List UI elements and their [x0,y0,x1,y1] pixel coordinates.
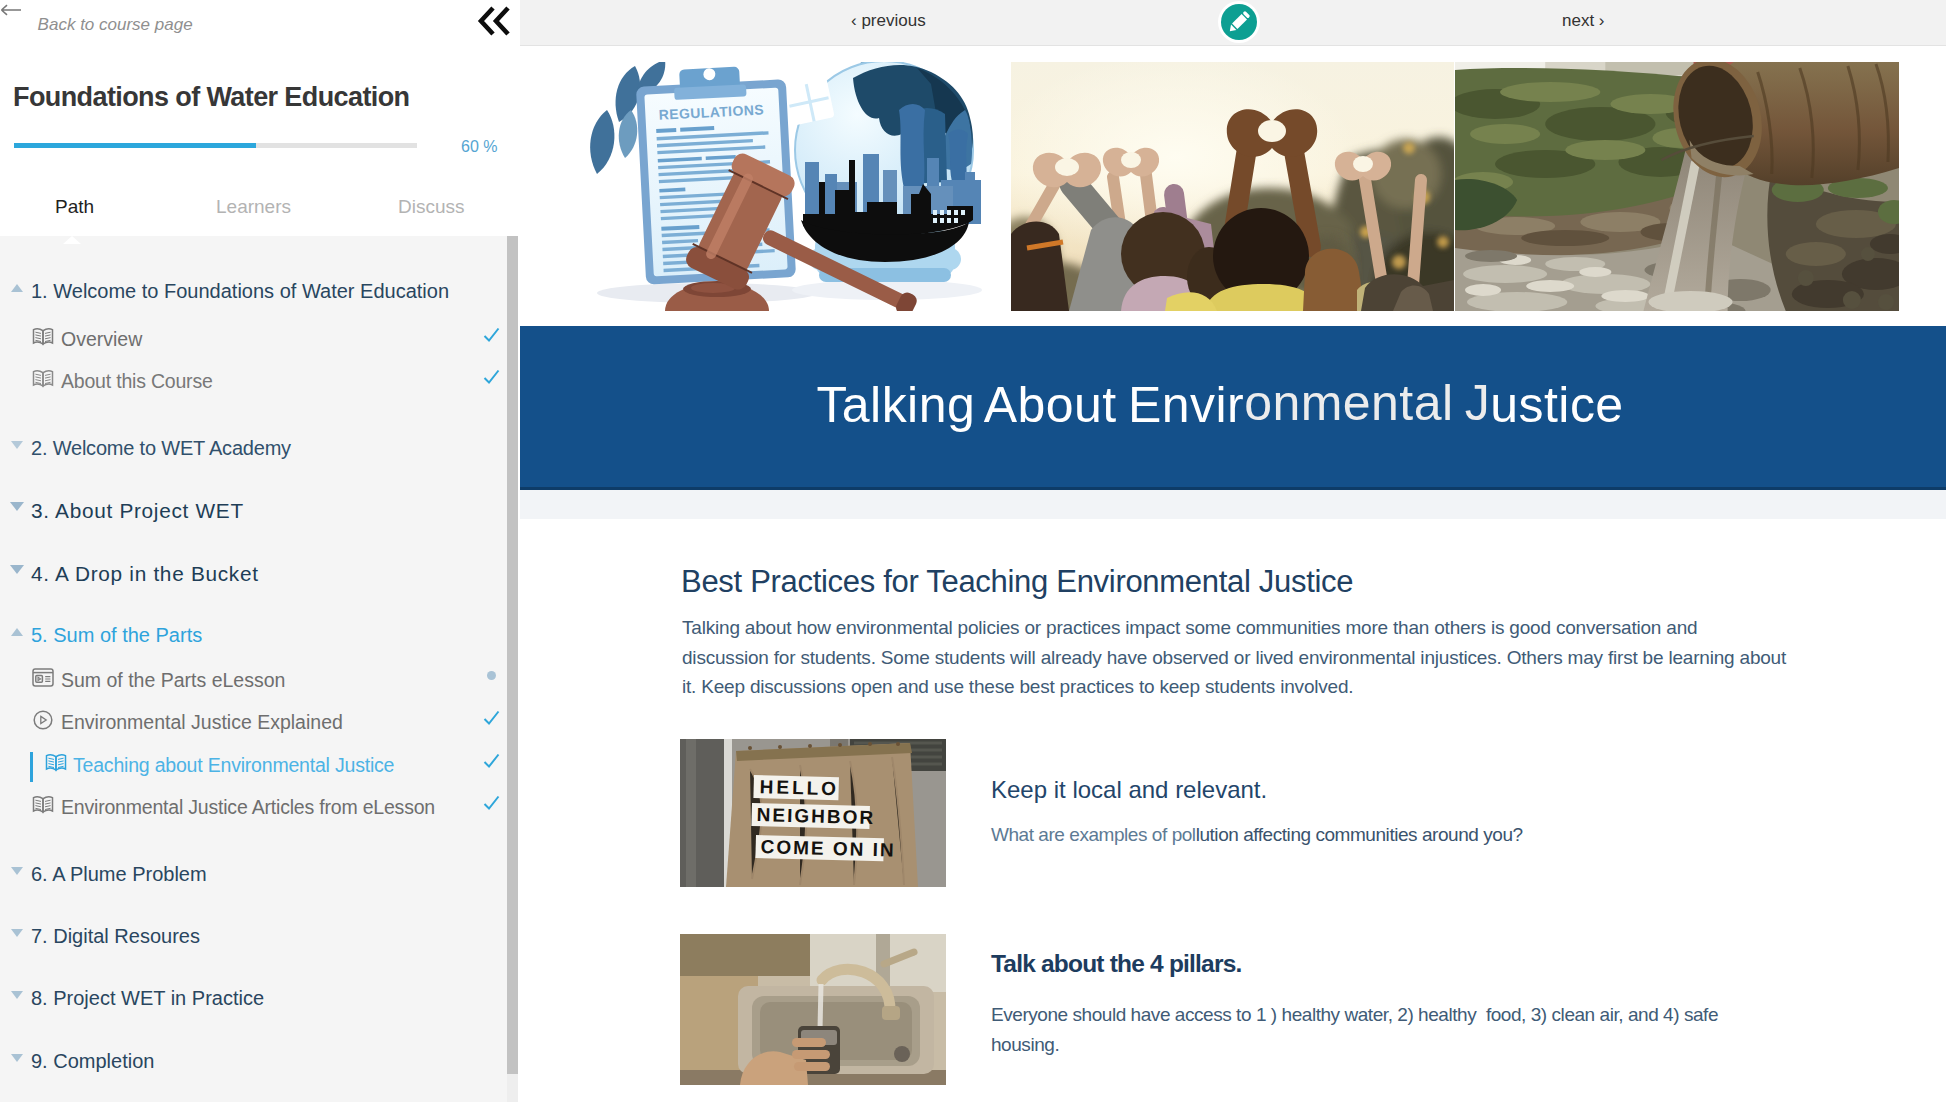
svg-text:COME ON IN: COME ON IN [760,836,896,861]
svg-text:NEIGHBOR: NEIGHBOR [756,804,875,828]
svg-text:HELLO: HELLO [759,776,839,799]
